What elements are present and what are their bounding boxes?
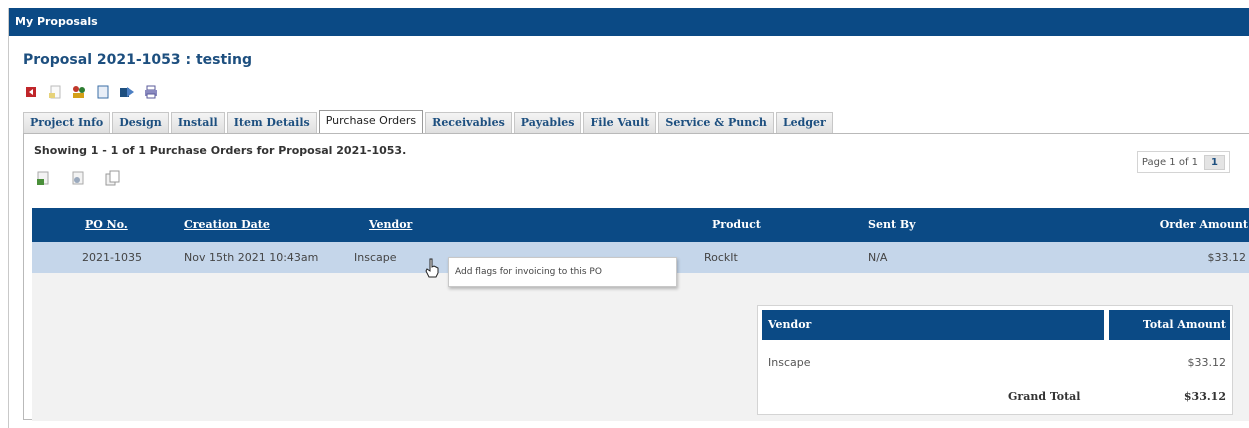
flag-tooltip: Add flags for invoicing to this PO — [448, 257, 677, 287]
panel-title: My Proposals — [9, 8, 1249, 36]
showing-summary: Showing 1 - 1 of 1 Purchase Orders for P… — [34, 144, 407, 157]
back-arrow-icon[interactable] — [23, 84, 39, 100]
order-amount: $33.12 — [1207, 251, 1247, 264]
tab-payables[interactable]: Payables — [513, 112, 582, 134]
vendor-name: Inscape — [354, 251, 397, 264]
pager: Page 1 of 1 1 — [1136, 151, 1230, 173]
grand-total-label: Grand Total — [1008, 390, 1081, 403]
document-icon[interactable] — [47, 84, 63, 100]
tab-purchase-orders[interactable]: Purchase Orders — [318, 110, 424, 134]
export-icon[interactable] — [119, 84, 135, 100]
summary-total-header: Total Amount — [1109, 310, 1230, 340]
column-sent-by: Sent By — [868, 218, 916, 231]
tab-service-punch[interactable]: Service & Punch — [658, 112, 774, 134]
top-strip — [0, 0, 1249, 8]
proposal-tabs: Project Info Design Install Item Details… — [23, 110, 833, 134]
column-creation-date[interactable]: Creation Date — [184, 208, 270, 242]
summary-vendor-name: Inscape — [768, 356, 811, 369]
tab-receivables[interactable]: Receivables — [425, 112, 512, 134]
po-number[interactable]: 2021-1035 — [82, 242, 142, 273]
vendor-summary-table: Vendor Total Amount Inscape $33.12 Grand… — [757, 305, 1233, 415]
tab-file-vault[interactable]: File Vault — [583, 112, 657, 134]
summary-vendor-header: Vendor — [762, 310, 1104, 340]
summary-vendor-amount: $33.12 — [1187, 356, 1227, 369]
tab-install[interactable]: Install — [170, 112, 225, 134]
pager-page-button[interactable]: 1 — [1204, 154, 1225, 170]
copy-icon[interactable] — [104, 170, 120, 189]
users-icon[interactable] — [71, 84, 87, 100]
print-icon[interactable] — [143, 84, 159, 100]
add-po-icon[interactable] — [36, 170, 52, 189]
grand-total-value: $33.12 — [1183, 390, 1226, 403]
page-settings-icon[interactable] — [70, 170, 86, 189]
column-product: Product — [712, 218, 761, 231]
creation-date: Nov 15th 2021 10:43am — [184, 251, 319, 264]
proposal-title: Proposal 2021-1053 : testing — [23, 52, 252, 68]
list-actions — [36, 170, 120, 189]
po-table-header: PO No. Creation Date Vendor Product Sent… — [32, 208, 1249, 242]
column-po-no[interactable]: PO No. — [85, 208, 128, 242]
sent-by: N/A — [868, 251, 888, 264]
hand-cursor-icon — [424, 258, 440, 281]
column-vendor[interactable]: Vendor — [369, 208, 412, 242]
pager-label: Page 1 of 1 — [1141, 156, 1199, 168]
tab-design[interactable]: Design — [112, 112, 169, 134]
proposal-toolbar — [23, 82, 159, 102]
product-name: RockIt — [704, 251, 738, 264]
page-icon[interactable] — [95, 84, 111, 100]
tab-project-info[interactable]: Project Info — [23, 112, 111, 134]
tab-item-details[interactable]: Item Details — [226, 112, 317, 134]
column-order-amount: Order Amount — [1159, 218, 1248, 231]
tab-ledger[interactable]: Ledger — [775, 112, 833, 134]
